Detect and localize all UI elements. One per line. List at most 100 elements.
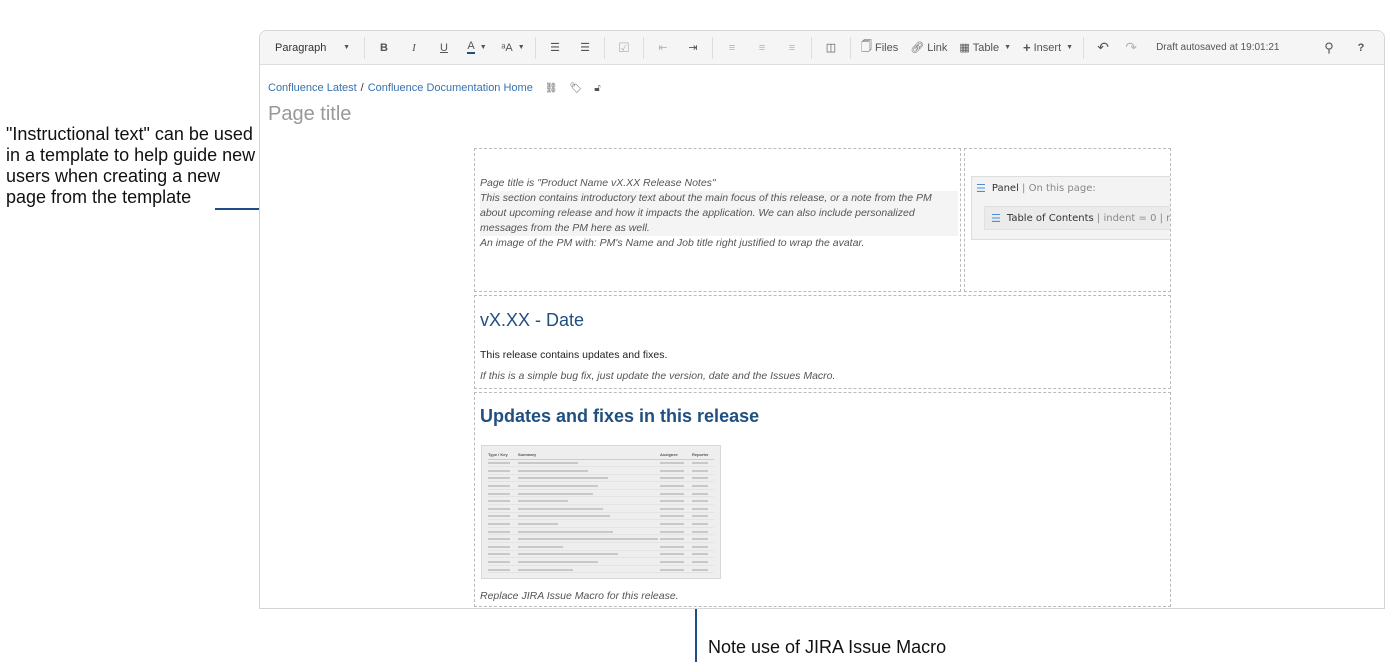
italic-button[interactable]: I [399,36,429,60]
align-left-button[interactable]: ≡ [717,36,747,60]
text-size-button[interactable]: ᵃA ▼ [495,36,531,60]
toolbar-divider [535,36,536,59]
toolbar-divider [850,36,851,59]
jira-table-cell [488,466,518,475]
jira-table-row [488,534,714,544]
page-tree-icon[interactable]: ⛓ [545,83,558,94]
paragraph-label: Paragraph [275,41,327,54]
jira-issues-macro[interactable]: Type / Key Summary Assignee Reporter [481,445,721,579]
insert-button[interactable]: + Insert ▼ [1017,36,1079,60]
paragraph-format-dropdown[interactable]: Paragraph ▼ [260,36,360,60]
chevron-down-icon: ▼ [343,44,350,51]
jira-table-cell [692,459,714,468]
jira-table-cell [518,565,660,574]
jira-table-row [488,512,714,521]
redo-icon: ↷ [1125,39,1137,55]
layout-cell-panel[interactable]: ☰ Panel | On this page: ☰ Table of Conte… [964,148,1171,292]
jira-table-cell [692,496,714,506]
restrictions-unlock-icon[interactable]: 🔓︎ [594,83,600,94]
jira-table-cell [518,557,660,566]
layout-cell-version[interactable]: vX.XX - Date This release contains updat… [474,295,1171,389]
align-right-button[interactable]: ≡ [777,36,807,60]
breadcrumb-item[interactable]: Confluence Documentation Home [368,82,533,94]
jira-table-row [488,489,714,498]
numbered-list-button[interactable]: ☰ [570,36,600,60]
toolbar-divider [712,36,713,59]
page-title-input[interactable]: Page title [268,103,351,126]
outdent-icon: ⇤ [658,42,668,54]
breadcrumb-item[interactable]: Confluence Latest [268,82,357,94]
jira-table-row [488,459,714,468]
link-label: Link [927,41,948,54]
toc-macro[interactable]: ☰ Table of Contents | indent = 0 | m [984,206,1170,230]
version-heading: vX.XX - Date [480,310,585,330]
jira-table-row [488,519,714,528]
chevron-down-icon: ▼ [479,44,487,51]
bullet-list-button[interactable]: ☰ [540,36,570,60]
instructional-text-line: Page title is "Product Name vX.XX Releas… [480,177,716,189]
align-center-button[interactable]: ≡ [747,36,777,60]
task-list-button[interactable]: ☑ [609,36,639,60]
indent-button[interactable]: ⇥ [678,36,708,60]
jira-table-row [488,474,714,483]
layout-icon: ◫ [825,42,837,54]
jira-table-cell [488,481,518,490]
bullet-list-icon: ☰ [550,42,560,54]
jira-table-cell [692,504,714,513]
chevron-down-icon: ▼ [1066,44,1074,51]
text-size-icon: ᵃA [501,41,513,54]
jira-column-header: Summary [518,450,660,460]
files-button[interactable]: 🗍 Files [855,36,904,60]
autosave-status: Draft autosaved at 19:01:21 [1156,42,1280,53]
jira-table-cell [488,557,518,566]
editor-frame: Paragraph ▼ B I U A ▼ ᵃA ▼ ☰ ☰ ☑ ⇤ ⇥ ≡ ≡… [259,30,1385,609]
updates-instructional-text: Replace JIRA Issue Macro for this releas… [480,590,679,602]
jira-table-cell [518,474,660,483]
undo-button[interactable]: ↶ [1088,36,1118,60]
jira-table-cell [692,527,714,536]
jira-table-cell [660,542,692,551]
panel-macro-icon: ☰ [976,182,986,195]
find-replace-button[interactable]: ⚲ [1314,36,1344,60]
jira-table-cell [488,489,518,498]
jira-table-cell [692,512,714,521]
jira-table-cell [488,504,518,513]
panel-macro[interactable]: ☰ Panel | On this page: ☰ Table of Conte… [971,176,1170,240]
jira-table-cell [692,557,714,566]
panel-macro-header: ☰ Panel | On this page: [976,182,1096,195]
outdent-button[interactable]: ⇤ [648,36,678,60]
page-layout-button[interactable]: ◫ [816,36,846,60]
breadcrumb-separator: / [360,82,364,94]
jira-table-cell [660,481,692,490]
redo-button[interactable]: ↷ [1118,36,1144,60]
jira-table-row [488,565,714,574]
jira-table-cell [518,504,660,513]
layout-cell-updates[interactable]: Updates and fixes in this release Type /… [474,392,1171,607]
link-button[interactable]: 🔗︎ Link [904,36,953,60]
align-center-icon: ≡ [758,41,766,54]
numbered-list-icon: ☰ [580,42,590,54]
text-color-button[interactable]: A ▼ [459,36,495,60]
table-button[interactable]: ▦ Table ▼ [953,36,1017,60]
jira-table-cell [488,459,518,468]
bold-button[interactable]: B [369,36,399,60]
jira-table-cell [488,534,518,544]
editor-toolbar: Paragraph ▼ B I U A ▼ ᵃA ▼ ☰ ☰ ☑ ⇤ ⇥ ≡ ≡… [260,31,1384,65]
search-icon: ⚲ [1324,40,1334,55]
chevron-down-icon: ▼ [1004,44,1012,51]
label-tag-icon[interactable]: 🏷︎ [570,83,583,94]
jira-table-row [488,557,714,566]
underline-button[interactable]: U [429,36,459,60]
jira-table-cell [488,550,518,559]
align-left-icon: ≡ [728,41,736,54]
toc-macro-icon: ☰ [991,211,1001,225]
jira-table-cell [660,459,692,468]
toolbar-divider [643,36,644,59]
jira-column-header: Reporter [692,450,714,460]
jira-table-cell [518,481,660,490]
jira-table-cell [518,459,660,468]
help-button[interactable]: ? [1348,36,1374,60]
files-icon: 🗍 [861,41,872,53]
layout-cell-intro[interactable]: Page title is "Product Name vX.XX Releas… [474,148,961,292]
jira-table-cell [660,534,692,544]
